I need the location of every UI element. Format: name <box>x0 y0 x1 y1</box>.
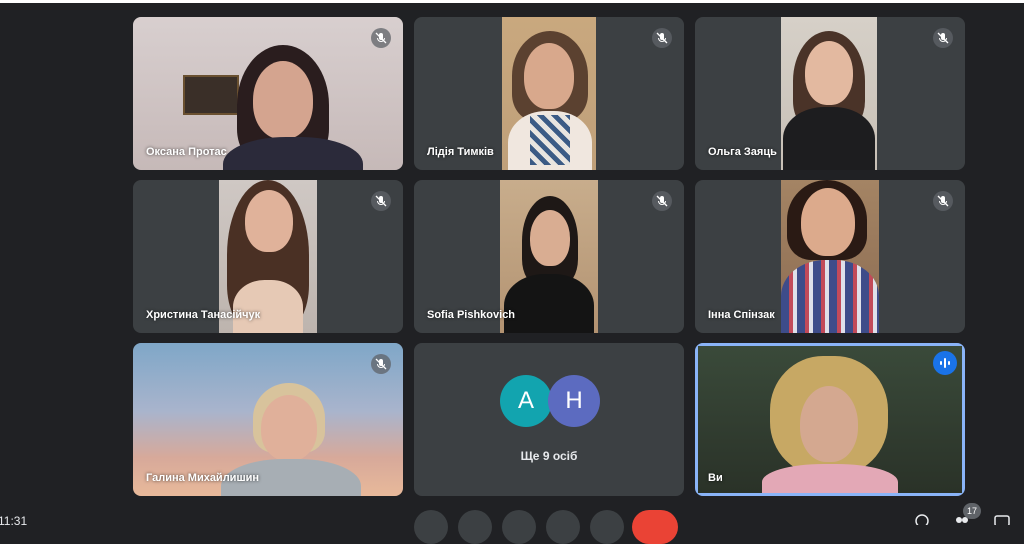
mic-off-icon <box>371 354 391 374</box>
self-tile[interactable]: Ви <box>695 343 965 496</box>
participant-name: Ви <box>708 472 723 484</box>
participant-name: Інна Спінзак <box>708 309 775 321</box>
participant-video <box>781 17 877 170</box>
top-edge <box>0 0 1024 3</box>
wall-picture <box>183 75 239 115</box>
mic-off-icon <box>371 191 391 211</box>
more-participants-label: Ще 9 осіб <box>520 449 578 463</box>
participant-name: Ольга Заяць <box>708 146 777 158</box>
info-icon[interactable] <box>914 512 936 528</box>
participant-tile-1[interactable]: Оксана Протас <box>133 17 403 170</box>
participant-video <box>781 180 879 333</box>
more-participants-tile[interactable]: A H Ще 9 осіб <box>414 343 684 496</box>
mic-off-icon <box>371 28 391 48</box>
raise-hand-button[interactable] <box>590 510 624 544</box>
participant-name: Христина Танасійчук <box>146 309 261 321</box>
participant-video <box>502 17 596 170</box>
mic-off-icon <box>652 191 672 211</box>
participant-avatar-h: H <box>548 375 600 427</box>
participant-tile-3[interactable]: Ольга Заяць <box>695 17 965 170</box>
participant-name: Оксана Протас <box>146 146 227 158</box>
end-call-button[interactable] <box>632 510 678 544</box>
scarf <box>530 115 570 165</box>
meeting-clock: 11:31 <box>0 514 28 528</box>
participant-name: Лідія Тимків <box>427 146 494 158</box>
participant-count-badge: 17 <box>963 503 981 519</box>
participant-tile-6[interactable]: Інна Спінзак <box>695 180 965 333</box>
participant-name: Галина Михайлишин <box>146 472 260 484</box>
participant-tile-4[interactable]: Христина Танасійчук <box>133 180 403 333</box>
mic-off-icon <box>933 28 953 48</box>
speaking-indicator-icon <box>933 351 957 375</box>
chat-icon[interactable] <box>994 512 1016 527</box>
participant-tile-7[interactable]: Галина Михайлишин <box>133 343 403 496</box>
camera-toggle-button[interactable] <box>458 510 492 544</box>
mic-toggle-button[interactable] <box>414 510 448 544</box>
mic-off-icon <box>933 191 953 211</box>
mic-off-icon <box>652 28 672 48</box>
participant-video <box>698 346 962 493</box>
participant-tile-2[interactable]: Лідія Тимків <box>414 17 684 170</box>
participant-tile-5[interactable]: Sofia Pishkovich <box>414 180 684 333</box>
present-button[interactable] <box>546 510 580 544</box>
participant-avatar-a: A <box>500 375 552 427</box>
participant-name: Sofia Pishkovich <box>427 309 516 321</box>
captions-button[interactable] <box>502 510 536 544</box>
